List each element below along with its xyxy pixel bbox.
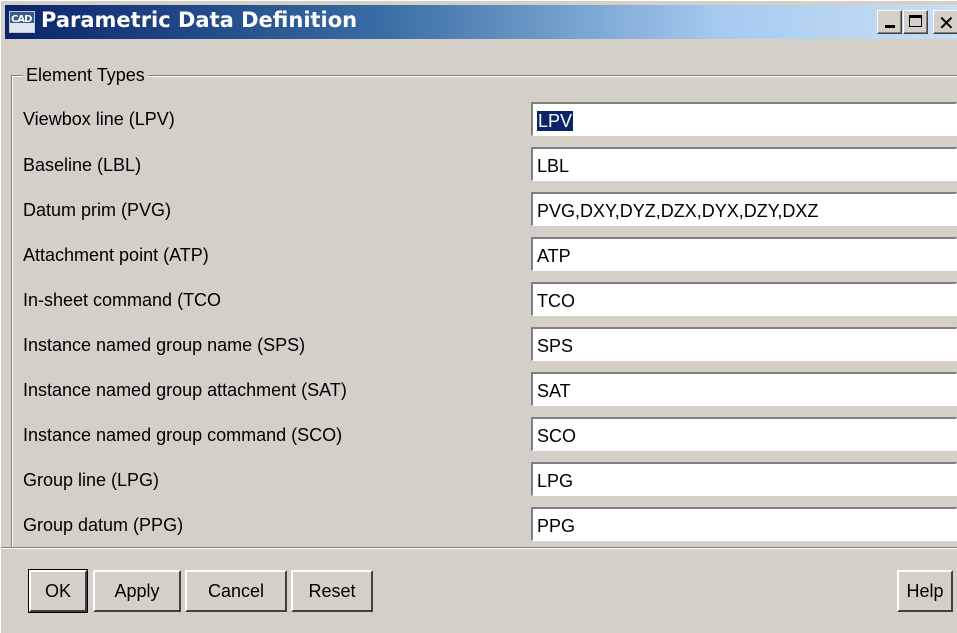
- row-label-attachment-point: Attachment point (ATP): [23, 245, 209, 265]
- row-label-viewbox-line: Viewbox line (LPV): [23, 109, 175, 129]
- field-group-command[interactable]: SCO: [531, 417, 957, 451]
- maximize-button[interactable]: [903, 10, 928, 34]
- window-title: Parametric Data Definition: [41, 8, 358, 32]
- minimize-icon: [885, 25, 895, 28]
- field-group-name[interactable]: SPS: [531, 327, 957, 361]
- field-group-datum[interactable]: PPG: [531, 507, 957, 541]
- field-group-line[interactable]: LPG: [531, 462, 957, 496]
- row-label-datum-prim: Datum prim (PVG): [23, 200, 172, 220]
- row-label-group-datum: Group datum (PPG): [23, 515, 184, 535]
- separator-highlight: [1, 548, 957, 549]
- row-label-group-name: Instance named group name (SPS): [23, 335, 306, 355]
- help-button[interactable]: Help: [897, 570, 953, 612]
- row-label-group-command: Instance named group command (SCO): [23, 425, 343, 445]
- row-label-in-sheet-command: In-sheet command (TCO: [23, 290, 222, 310]
- app-icon[interactable]: CAD: [9, 11, 35, 33]
- dialog-window: CAD Parametric Data Definition ✕ Element…: [0, 0, 957, 633]
- field-value: LPV: [537, 111, 574, 131]
- reset-button[interactable]: Reset: [291, 570, 373, 612]
- ok-button[interactable]: OK: [28, 569, 88, 613]
- close-icon: ✕: [938, 11, 955, 35]
- field-baseline[interactable]: LBL: [531, 147, 957, 181]
- app-icon-text: CAD: [11, 14, 32, 25]
- apply-button[interactable]: Apply: [93, 570, 181, 612]
- field-in-sheet-command[interactable]: TCO: [531, 282, 957, 316]
- field-datum-prim[interactable]: PVG,DXY,DYZ,DZX,DYX,DZY,DXZ: [531, 192, 957, 226]
- field-group-attachment[interactable]: SAT: [531, 372, 957, 406]
- row-label-baseline: Baseline (LBL): [23, 155, 142, 175]
- close-button[interactable]: ✕: [933, 10, 957, 35]
- cancel-button[interactable]: Cancel: [185, 570, 287, 612]
- maximize-icon: [909, 15, 922, 27]
- minimize-button[interactable]: [877, 10, 902, 34]
- group-label: Element Types: [23, 65, 148, 86]
- row-label-group-attachment: Instance named group attachment (SAT): [23, 380, 347, 400]
- field-attachment-point[interactable]: ATP: [531, 237, 957, 271]
- title-bar[interactable]: CAD Parametric Data Definition ✕: [5, 5, 957, 39]
- row-label-group-line: Group line (LPG): [23, 470, 160, 490]
- field-viewbox-line[interactable]: LPV: [531, 102, 957, 136]
